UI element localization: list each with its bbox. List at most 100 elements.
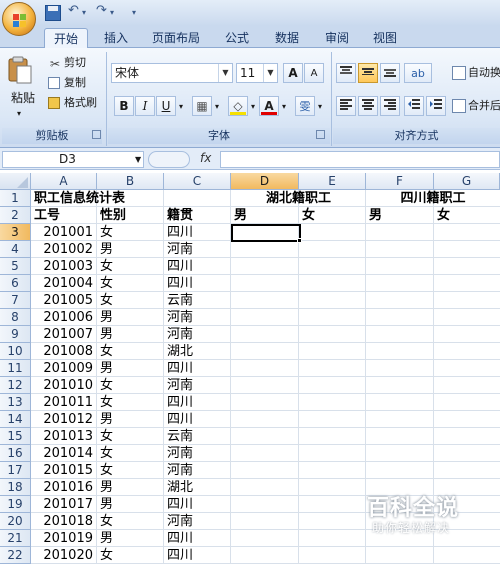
cell-c18[interactable]: 湖北 <box>167 479 230 496</box>
cell-b16[interactable]: 女 <box>100 445 163 462</box>
row-header-14[interactable]: 14 <box>0 411 31 428</box>
cell-a6[interactable]: 201004 <box>33 275 93 292</box>
undo-dropdown-icon[interactable]: ▾ <box>82 8 86 17</box>
cell-g2[interactable]: 女 <box>437 207 499 224</box>
align-middle-icon[interactable] <box>358 63 378 83</box>
cell-a11[interactable]: 201009 <box>33 360 93 377</box>
row-header-19[interactable]: 19 <box>0 496 31 513</box>
cell-c2[interactable]: 籍贯 <box>167 207 230 224</box>
cut-button[interactable]: 剪切 <box>64 55 86 71</box>
undo-icon[interactable]: ↶ <box>68 3 79 18</box>
cell-a15[interactable]: 201013 <box>33 428 93 445</box>
copy-icon[interactable] <box>48 77 60 89</box>
cell-a7[interactable]: 201005 <box>33 292 93 309</box>
cell-b14[interactable]: 男 <box>100 411 163 428</box>
cell-c8[interactable]: 河南 <box>167 309 230 326</box>
font-size-dropdown-icon[interactable]: ▼ <box>263 64 277 82</box>
cell-b11[interactable]: 男 <box>100 360 163 377</box>
column-header-d[interactable]: D <box>231 173 299 190</box>
paste-button[interactable]: 粘贴 <box>11 90 35 106</box>
row-header-5[interactable]: 5 <box>0 258 31 275</box>
tab-review[interactable]: 审阅 <box>317 28 357 48</box>
font-launcher-icon[interactable] <box>316 130 325 139</box>
row-header-6[interactable]: 6 <box>0 275 31 292</box>
cell-c4[interactable]: 河南 <box>167 241 230 258</box>
formula-input[interactable] <box>220 151 500 168</box>
selected-cell-d3[interactable] <box>231 224 301 242</box>
format-painter-button[interactable]: 格式刷 <box>64 95 97 111</box>
underline-button[interactable]: U <box>156 96 176 116</box>
column-header-a[interactable]: A <box>31 173 97 190</box>
cell-c7[interactable]: 云南 <box>167 292 230 309</box>
cell-c11[interactable]: 四川 <box>167 360 230 377</box>
row-header-3[interactable]: 3 <box>0 224 31 241</box>
cell-c15[interactable]: 云南 <box>167 428 230 445</box>
row-header-22[interactable]: 22 <box>0 547 31 564</box>
cell-b9[interactable]: 男 <box>100 326 163 343</box>
row-header-18[interactable]: 18 <box>0 479 31 496</box>
paste-icon[interactable] <box>7 55 33 85</box>
cell-b3[interactable]: 女 <box>100 224 163 241</box>
row-header-16[interactable]: 16 <box>0 445 31 462</box>
name-box-dropdown-icon[interactable]: ▼ <box>135 152 141 167</box>
insert-function-icon[interactable]: fx <box>200 151 211 165</box>
cell-c12[interactable]: 河南 <box>167 377 230 394</box>
decrease-indent-icon[interactable] <box>404 96 424 116</box>
paste-dropdown-icon[interactable]: ▾ <box>17 106 21 122</box>
customize-toolbar-icon[interactable]: ▾ <box>132 8 136 17</box>
row-header-17[interactable]: 17 <box>0 462 31 479</box>
phonetic-dropdown-icon[interactable]: ▾ <box>315 96 325 116</box>
cell-a1[interactable]: 职工信息统计表 <box>34 190 125 207</box>
cell-c21[interactable]: 四川 <box>167 530 230 547</box>
cell-a22[interactable]: 201020 <box>33 547 93 564</box>
cell-c9[interactable]: 河南 <box>167 326 230 343</box>
orientation-icon[interactable]: ab <box>404 63 432 83</box>
cell-c3[interactable]: 四川 <box>167 224 230 241</box>
row-header-21[interactable]: 21 <box>0 530 31 547</box>
cell-a2[interactable]: 工号 <box>34 207 96 224</box>
row-header-2[interactable]: 2 <box>0 207 31 224</box>
row-header-12[interactable]: 12 <box>0 377 31 394</box>
format-painter-icon[interactable] <box>48 97 60 109</box>
cell-a21[interactable]: 201019 <box>33 530 93 547</box>
cell-c6[interactable]: 四川 <box>167 275 230 292</box>
cell-c14[interactable]: 四川 <box>167 411 230 428</box>
cell-c16[interactable]: 河南 <box>167 445 230 462</box>
cell-b19[interactable]: 男 <box>100 496 163 513</box>
cell-b13[interactable]: 女 <box>100 394 163 411</box>
row-header-10[interactable]: 10 <box>0 343 31 360</box>
row-header-7[interactable]: 7 <box>0 292 31 309</box>
cell-b10[interactable]: 女 <box>100 343 163 360</box>
cell-b20[interactable]: 女 <box>100 513 163 530</box>
cell-b18[interactable]: 男 <box>100 479 163 496</box>
cell-a16[interactable]: 201014 <box>33 445 93 462</box>
font-name-combo[interactable]: 宋体 <box>111 63 233 83</box>
cell-a17[interactable]: 201015 <box>33 462 93 479</box>
align-left-icon[interactable] <box>336 96 356 116</box>
cell-b21[interactable]: 男 <box>100 530 163 547</box>
cell-a19[interactable]: 201017 <box>33 496 93 513</box>
cell-c22[interactable]: 四川 <box>167 547 230 564</box>
cell-b4[interactable]: 男 <box>100 241 163 258</box>
row-header-9[interactable]: 9 <box>0 326 31 343</box>
cell-f1[interactable]: 四川籍职工 <box>366 190 500 207</box>
cell-a4[interactable]: 201002 <box>33 241 93 258</box>
increase-indent-icon[interactable] <box>426 96 446 116</box>
name-box[interactable]: D3 ▼ <box>2 151 144 168</box>
wrap-text-button[interactable]: 自动换 <box>468 65 500 81</box>
row-header-20[interactable]: 20 <box>0 513 31 530</box>
clipboard-launcher-icon[interactable] <box>92 130 101 139</box>
align-bottom-icon[interactable] <box>380 63 400 83</box>
cell-b6[interactable]: 女 <box>100 275 163 292</box>
column-header-b[interactable]: B <box>97 173 164 190</box>
border-dropdown-icon[interactable]: ▾ <box>212 96 222 116</box>
italic-button[interactable]: I <box>135 96 155 116</box>
cell-c13[interactable]: 四川 <box>167 394 230 411</box>
align-center-icon[interactable] <box>358 96 378 116</box>
cell-d1[interactable]: 湖北籍职工 <box>231 190 366 207</box>
cell-a14[interactable]: 201012 <box>33 411 93 428</box>
tab-page-layout[interactable]: 页面布局 <box>145 28 207 48</box>
cell-f2[interactable]: 男 <box>369 207 433 224</box>
wrap-text-icon[interactable] <box>452 66 466 80</box>
align-right-icon[interactable] <box>380 96 400 116</box>
